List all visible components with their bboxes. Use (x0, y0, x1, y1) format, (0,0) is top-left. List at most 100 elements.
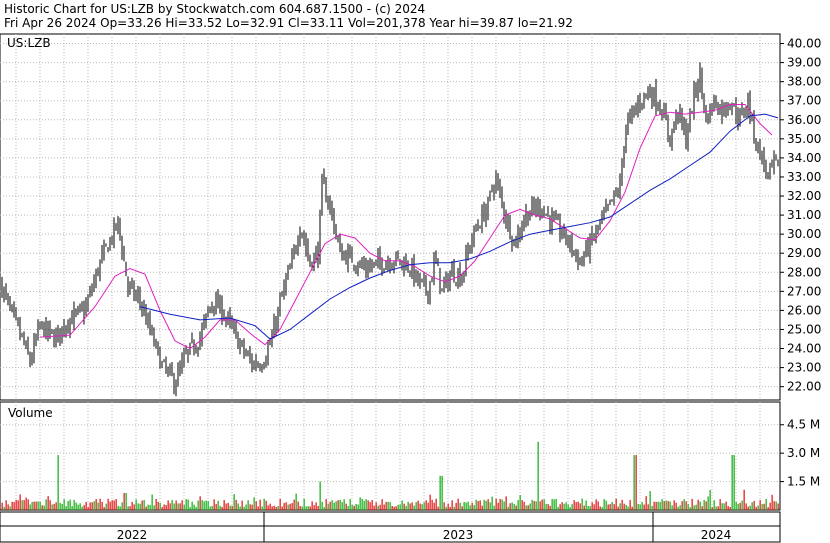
volume-bar (759, 500, 761, 511)
volume-bar (343, 499, 345, 510)
volume-bar (495, 498, 497, 510)
volume-bar (581, 498, 583, 511)
volume-bar (335, 501, 337, 510)
volume-bar (629, 499, 631, 511)
volume-bar (85, 501, 87, 511)
volume-bar (251, 504, 253, 510)
volume-bar (111, 500, 113, 510)
volume-bar (265, 500, 267, 511)
volume-bar (695, 504, 697, 511)
volume-bar (433, 502, 435, 510)
volume-bar (71, 506, 73, 511)
volume-bar (731, 455, 733, 510)
volume-bar (491, 496, 493, 510)
volume-bar (653, 501, 655, 510)
volume-bar (241, 500, 243, 511)
volume-bar (625, 504, 627, 511)
volume-bar (195, 506, 197, 511)
volume-bar (563, 503, 565, 511)
y-tick-label: 22.00 (787, 380, 821, 394)
volume-bar (347, 506, 349, 510)
volume-bar (293, 499, 295, 511)
volume-bar (415, 502, 417, 510)
volume-bar (43, 505, 45, 510)
volume-bar (405, 505, 407, 511)
volume-bar (555, 499, 557, 511)
volume-bar (579, 503, 581, 510)
volume-bar (775, 501, 777, 511)
volume-bar (81, 506, 83, 510)
volume-bar (175, 500, 177, 511)
volume-bar (271, 506, 273, 511)
volume-bar (651, 505, 653, 511)
volume-bar (53, 503, 55, 511)
volume-bar (79, 503, 81, 510)
y-tick-label: 34.00 (787, 151, 821, 165)
volume-bar (345, 503, 347, 510)
volume-bar (431, 499, 433, 510)
volume-bar (183, 504, 185, 511)
volume-bar (615, 498, 617, 511)
volume-bar (545, 503, 547, 511)
volume-tick-label: 4.5 M (787, 418, 820, 432)
volume-bar (1, 502, 3, 510)
volume-bar (107, 498, 109, 510)
volume-bar (207, 501, 209, 511)
volume-bar (413, 505, 415, 510)
y-tick-label: 24.00 (787, 342, 821, 356)
y-tick-label: 28.00 (787, 265, 821, 279)
volume-bar (59, 502, 61, 510)
volume-bar (319, 481, 321, 510)
volume-bar (333, 502, 335, 510)
volume-bar (211, 505, 213, 510)
volume-bar (659, 502, 661, 511)
volume-bar (567, 504, 569, 510)
volume-bar (713, 500, 715, 510)
volume-bar (621, 499, 623, 511)
volume-bar (517, 499, 519, 510)
volume-bar (515, 505, 517, 510)
volume-bar (225, 503, 227, 510)
volume-axis: 1.5 M 3.0 M 4.5 M (780, 418, 820, 489)
volume-bar (297, 501, 299, 510)
volume-bar (269, 503, 271, 511)
volume-bar (279, 498, 281, 511)
volume-bar (149, 505, 151, 511)
volume-bar (379, 504, 381, 510)
volume-bar (665, 500, 667, 510)
volume-bar (243, 506, 245, 511)
volume-bar (273, 505, 275, 510)
volume-bar (61, 504, 63, 511)
volume-bar (163, 504, 165, 510)
volume-bar (427, 502, 429, 510)
volume-bar (55, 502, 57, 510)
volume-bar (645, 496, 647, 511)
volume-bar (693, 505, 695, 511)
volume-bar (709, 489, 711, 511)
volume-bar (125, 492, 127, 511)
volume-bar (247, 500, 249, 511)
volume-bar (311, 501, 313, 510)
volume-bar (137, 503, 139, 511)
volume-bar (121, 502, 123, 511)
volume-bar (283, 503, 285, 510)
volume-bar (201, 500, 203, 511)
volume-bar (503, 501, 505, 510)
y-tick-label: 25.00 (787, 322, 821, 336)
volume-bar (135, 499, 137, 511)
volume-bar (521, 500, 523, 510)
volume-bar (419, 503, 421, 510)
volume-bar (689, 507, 691, 510)
volume-bar (523, 501, 525, 510)
volume-bar (369, 502, 371, 510)
volume-bar (19, 494, 21, 510)
volume-bar (15, 499, 17, 511)
volume-bar (685, 501, 687, 511)
volume-bar (461, 506, 463, 511)
volume-bar (749, 505, 751, 511)
volume-bar (227, 502, 229, 511)
volume-bar (17, 500, 19, 511)
volume-bar (633, 455, 635, 510)
y-tick-label: 40.00 (787, 37, 821, 51)
volume-bar (87, 506, 89, 511)
